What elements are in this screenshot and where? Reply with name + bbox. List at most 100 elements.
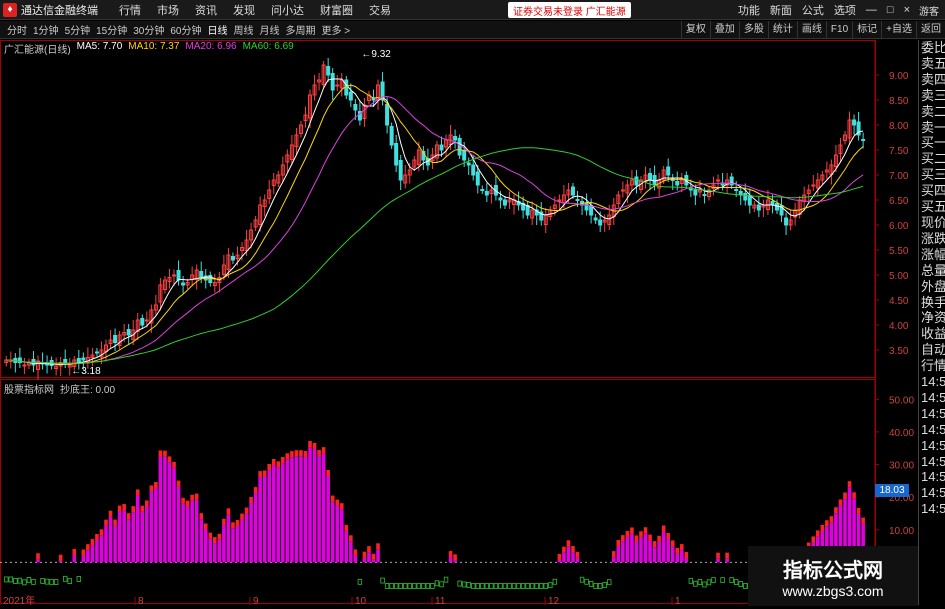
indicator-bar-red	[149, 485, 154, 492]
right-menu-item[interactable]: 选项	[829, 2, 861, 18]
indicator-bar-green	[22, 579, 27, 586]
toolbar-button[interactable]: 标记	[852, 21, 881, 39]
indicator-bar-green	[380, 577, 385, 584]
indicator-bar-magenta	[104, 525, 108, 563]
indicator-bar-red	[235, 519, 240, 526]
candle-body	[756, 204, 761, 211]
indicator-bar-red	[185, 500, 190, 507]
indicator-bar-magenta	[675, 553, 680, 563]
guest-label[interactable]: 游客	[919, 3, 939, 18]
date-tick-label: 2021年	[3, 594, 35, 605]
toolbar-button[interactable]: +自选	[881, 21, 916, 39]
period-tab[interactable]: 1分钟	[30, 22, 62, 37]
menu-item[interactable]: 交易	[361, 2, 399, 18]
menu-item[interactable]: 市场	[149, 2, 187, 18]
period-tab[interactable]: 15分钟	[93, 22, 130, 37]
menu-item[interactable]: 财富圈	[312, 2, 361, 18]
toolbar-button[interactable]: 叠加	[709, 21, 739, 39]
indicator-bar-red	[562, 546, 566, 553]
candle-body	[22, 364, 27, 367]
period-tab[interactable]: 分时	[4, 22, 30, 37]
indicator-bar-red	[852, 492, 856, 499]
main-menu: 行情 市场 资讯 发现 问小达 财富圈 交易	[111, 2, 399, 18]
candle-body	[348, 91, 353, 101]
stock-name-label[interactable]: 广汇能源(日线)	[4, 41, 71, 56]
minimize-icon[interactable]: —	[861, 4, 882, 16]
indicator-bar-magenta	[240, 519, 244, 563]
quote-field-label: 卖五	[921, 55, 945, 71]
quote-field-label: 卖一	[921, 119, 945, 135]
menu-item[interactable]: 资讯	[187, 2, 225, 18]
toolbar-button[interactable]: 返回	[916, 21, 945, 39]
indicator-bar-magenta	[185, 506, 190, 563]
period-tab[interactable]: 60分钟	[167, 22, 204, 37]
indicator-bar-green	[407, 583, 412, 589]
indicator-bar-red	[154, 482, 158, 489]
indicator-bar-magenta	[122, 510, 126, 563]
indicator-bar-green	[67, 578, 72, 585]
price-tick-label: 4.00	[889, 321, 909, 332]
period-tab[interactable]: 周线	[231, 22, 257, 37]
toolbar-button[interactable]: 画线	[796, 21, 826, 39]
indicator-bar-red	[117, 505, 122, 512]
watermark: 指标公式网 www.zbgs3.com	[748, 546, 918, 606]
period-tab[interactable]: 日线	[205, 22, 231, 37]
price-tick-label: 6.50	[889, 196, 909, 207]
indicator-bar-green	[484, 583, 490, 589]
toolbar-button[interactable]: 复权	[680, 21, 710, 39]
indicator-bar-green	[4, 576, 9, 583]
quote-field-label: 涨幅	[921, 246, 945, 262]
maximize-icon[interactable]: □	[882, 4, 899, 16]
period-tab[interactable]: 多周期	[283, 22, 319, 37]
period-tab[interactable]: 更多 >	[319, 22, 354, 37]
indicator-bar-magenta	[81, 555, 86, 563]
right-menu-item[interactable]: 功能	[733, 2, 765, 18]
candle-body	[230, 256, 235, 261]
close-icon[interactable]: ×	[899, 4, 915, 16]
login-notice[interactable]: 证券交易未登录 广汇能源	[508, 2, 631, 18]
indicator-bar-magenta	[226, 514, 231, 563]
indicator-bar-magenta	[643, 533, 648, 563]
quote-field-label: 行情	[921, 358, 945, 374]
date-tick-label: 9	[253, 596, 259, 605]
indicator-bar-red	[344, 524, 349, 531]
indicator-source-label[interactable]: 股票指标网	[4, 381, 54, 396]
indicator-bar-green	[720, 577, 725, 584]
indicator-bar-red	[222, 518, 226, 525]
candle-body	[176, 270, 181, 281]
indicator-bar-magenta	[666, 538, 670, 563]
indicator-bar-green	[49, 578, 54, 585]
indicator-bar-magenta	[203, 529, 208, 563]
quote-field-label: 自动	[921, 342, 945, 358]
indicator-bar-green	[584, 578, 589, 585]
ma60-label: MA60: 6.69	[242, 41, 294, 52]
indicator-bar-magenta	[611, 557, 616, 563]
toolbar-button[interactable]: 统计	[767, 21, 797, 39]
menu-item[interactable]: 问小达	[263, 2, 312, 18]
price-tick-label: 5.00	[889, 271, 909, 282]
indicator-bar-magenta	[244, 513, 249, 563]
toolbar-button[interactable]: F10	[825, 21, 852, 39]
indicator-bar-green	[471, 583, 476, 589]
date-tick-label: 11	[435, 596, 446, 605]
menu-item[interactable]: 发现	[225, 2, 263, 18]
period-tab[interactable]: 月线	[257, 22, 283, 37]
toolbar-button[interactable]: 多股	[738, 21, 768, 39]
candle-body	[113, 335, 118, 343]
indicator-bar-red	[81, 549, 86, 556]
indicator-bar-red	[335, 499, 340, 506]
menu-item[interactable]: 行情	[111, 2, 149, 18]
right-menu-item[interactable]: 新面	[765, 2, 797, 18]
period-tab[interactable]: 5分钟	[62, 22, 94, 37]
indicator-bar-green	[743, 583, 748, 589]
right-menu-item[interactable]: 公式	[797, 2, 829, 18]
period-tab[interactable]: 30分钟	[130, 22, 167, 37]
indicator-bar-magenta	[235, 525, 240, 563]
quote-field-label: 14:50	[921, 437, 945, 453]
indicator-bar-magenta	[95, 540, 99, 563]
indicator-bar-magenta	[276, 467, 281, 563]
indicator-bar-red	[294, 450, 299, 457]
indicator-bar-red	[158, 450, 163, 457]
quote-field-label: 净资	[921, 310, 945, 326]
chart-area[interactable]: 9.00 8.50 8.00 7.50 7.00 6.50 6.00 5.50 5.00 4.50…	[0, 40, 918, 605]
